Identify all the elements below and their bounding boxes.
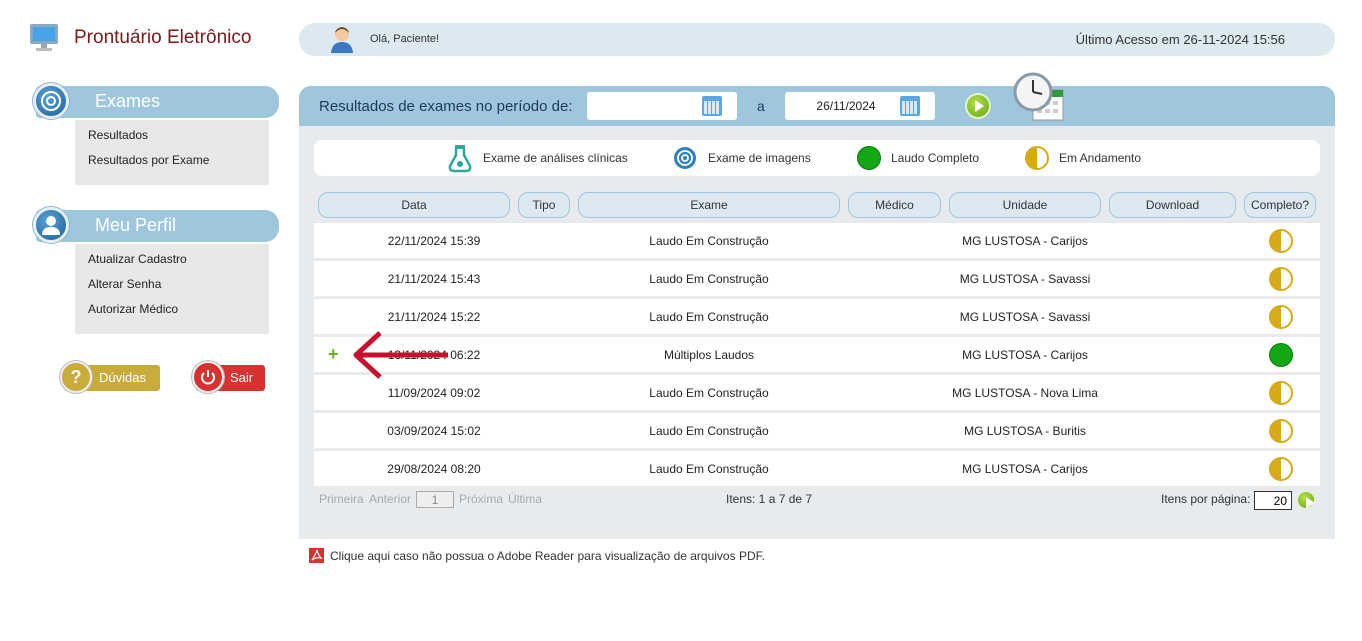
pager-next[interactable]: Próxima <box>459 492 503 506</box>
items-info: Itens: 1 a 7 de 7 <box>726 492 813 506</box>
flask-icon <box>448 145 472 173</box>
period-label: Resultados de exames no período de: <box>319 98 573 115</box>
table-row[interactable]: +13/11/2024 06:22Múltiplos LaudosMG LUST… <box>314 337 1320 372</box>
table-row[interactable]: 03/09/2024 15:02 Laudo Em Construção MG LU… <box>314 413 1320 448</box>
column-header-download[interactable]: Download <box>1109 192 1236 218</box>
in-progress-status-icon <box>1269 457 1293 481</box>
column-header-tipo[interactable]: Tipo <box>518 192 570 218</box>
sidebar-item-resultados-por-exame[interactable]: Resultados por Exame <box>75 148 269 173</box>
calendar-to-icon[interactable] <box>900 96 920 116</box>
duvidas-label: Dúvidas <box>99 370 146 385</box>
table-row[interactable]: 21/11/2024 15:43 Laudo Em Construção MG LU… <box>314 261 1320 296</box>
row-date: 22/11/2024 15:39 <box>387 234 481 248</box>
row-exam: Laudo Em Construção <box>649 272 769 286</box>
brand-title: Prontuário Eletrônico <box>74 27 252 48</box>
row-unit: MG LUSTOSA - Buritis <box>964 424 1086 438</box>
sidebar-exames-menu: Resultados Resultados por Exame <box>75 120 269 185</box>
greeting: Olá, Paciente! <box>370 33 440 45</box>
sidebar-exames-header[interactable]: Exames <box>36 86 279 118</box>
sair-button[interactable]: Sair <box>192 361 265 393</box>
row-unit: MG LUSTOSA - Carijos <box>962 462 1088 476</box>
last-access: Último Acesso em 26-11-2024 15:56 <box>1075 32 1285 47</box>
per-page-input[interactable] <box>1254 491 1292 510</box>
exam-disc-icon <box>33 83 69 119</box>
sidebar-item-resultados[interactable]: Resultados <box>75 123 269 148</box>
column-header-exame[interactable]: Exame <box>578 192 840 218</box>
user-avatar-icon <box>331 27 353 53</box>
table-row[interactable]: 29/08/2024 08:20 Laudo Em Construção MG LU… <box>314 451 1320 486</box>
row-exam: Múltiplos Laudos <box>663 348 755 362</box>
sidebar-perfil-header[interactable]: Meu Perfil <box>36 210 279 242</box>
column-header-medico[interactable]: Médico <box>848 192 941 218</box>
per-page-apply-button[interactable] <box>1297 491 1315 509</box>
in-progress-dot-icon <box>1025 146 1049 170</box>
sair-label: Sair <box>230 370 254 385</box>
in-progress-status-icon <box>1269 419 1293 443</box>
per-page-label: Itens por página: <box>1161 492 1251 506</box>
legend: Exame de análises clínicas Exame de imag… <box>314 140 1320 176</box>
calendar-from-icon[interactable] <box>702 96 722 116</box>
duvidas-button[interactable]: ? Dúvidas <box>60 361 160 393</box>
complete-dot-icon <box>857 146 881 170</box>
table-row[interactable]: 22/11/2024 15:39 Laudo Em Construção MG LU… <box>314 223 1320 258</box>
legend-in-progress: Em Andamento <box>1059 151 1142 165</box>
row-unit: MG LUSTOSA - Nova Lima <box>952 386 1098 400</box>
sidebar-exames-title: Exames <box>95 91 161 111</box>
row-exam: Laudo Em Construção <box>649 386 769 400</box>
complete-status-icon <box>1269 343 1293 367</box>
row-exam: Laudo Em Construção <box>649 310 769 324</box>
computer-monitor-icon <box>30 24 58 51</box>
sidebar-item-autorizar-medico[interactable]: Autorizar Médico <box>75 297 269 322</box>
pager-prev[interactable]: Anterior <box>369 492 411 506</box>
row-date: 29/08/2024 08:20 <box>387 462 481 476</box>
sidebar-perfil-menu: Atualizar Cadastro Alterar Senha Autoriz… <box>75 244 269 334</box>
in-progress-status-icon <box>1269 305 1293 329</box>
table-row[interactable]: 21/11/2024 15:22 Laudo Em Construção MG LU… <box>314 299 1320 334</box>
row-date: 11/09/2024 09:02 <box>387 386 481 400</box>
clock-calendar-icon <box>1013 72 1064 121</box>
pdf-reader-link[interactable]: Clique aqui caso não possua o Adobe Read… <box>309 548 765 563</box>
search-play-button[interactable] <box>965 93 991 119</box>
pager-last[interactable]: Última <box>508 492 542 506</box>
row-unit: MG LUSTOSA - Savassi <box>959 272 1091 286</box>
profile-icon <box>33 207 69 243</box>
sidebar-item-alterar-senha[interactable]: Alterar Senha <box>75 272 269 297</box>
table-row[interactable]: 11/09/2024 09:02 Laudo Em Construção MG LU… <box>314 375 1320 410</box>
in-progress-status-icon <box>1269 267 1293 291</box>
help-icon: ? <box>60 361 92 393</box>
red-arrow-annotation <box>353 331 448 379</box>
column-header-completo[interactable]: Completo? <box>1244 192 1316 218</box>
legend-clinical: Exame de análises clínicas <box>483 151 628 165</box>
row-unit: MG LUSTOSA - Savassi <box>959 310 1091 324</box>
column-header-unidade[interactable]: Unidade <box>949 192 1101 218</box>
row-unit: MG LUSTOSA - Carijos <box>962 348 1088 362</box>
pdf-note-text: Clique aqui caso não possua o Adobe Read… <box>330 548 765 563</box>
brand: Prontuário Eletrônico <box>28 22 251 54</box>
row-unit: MG LUSTOSA - Carijos <box>962 234 1088 248</box>
in-progress-status-icon <box>1269 381 1293 405</box>
row-date: 21/11/2024 15:22 <box>387 310 481 324</box>
in-progress-status-icon <box>1269 229 1293 253</box>
pager-first[interactable]: Primeira <box>319 492 364 506</box>
row-exam: Laudo Em Construção <box>649 234 769 248</box>
row-date: 21/11/2024 15:43 <box>387 272 481 286</box>
pdf-icon <box>309 548 324 563</box>
pager-page-input[interactable] <box>416 491 454 508</box>
legend-complete: Laudo Completo <box>891 151 980 165</box>
row-exam: Laudo Em Construção <box>649 462 769 476</box>
row-date: 03/09/2024 15:02 <box>387 424 481 438</box>
legend-imaging: Exame de imagens <box>708 151 811 165</box>
power-icon <box>192 361 224 393</box>
row-exam: Laudo Em Construção <box>649 424 769 438</box>
sidebar-item-atualizar-cadastro[interactable]: Atualizar Cadastro <box>75 247 269 272</box>
sidebar-perfil-title: Meu Perfil <box>95 215 177 235</box>
imaging-disc-icon <box>674 147 696 169</box>
column-header-data[interactable]: Data <box>318 192 510 218</box>
date-separator: a <box>757 98 765 114</box>
